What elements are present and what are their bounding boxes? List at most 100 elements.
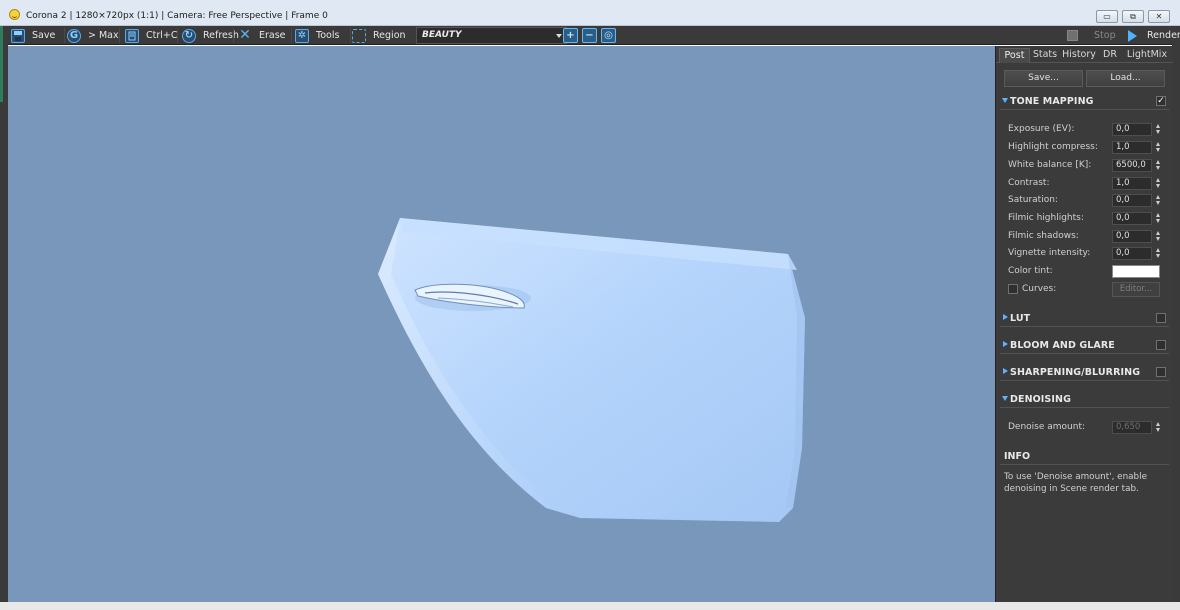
tone-mapping-header[interactable]: TONE MAPPING ✓	[1000, 93, 1169, 110]
zoom-fit-button[interactable]: ◎	[601, 28, 616, 43]
vignette-intensity-spinner[interactable]	[1155, 247, 1162, 260]
maximize-button[interactable]: ⧉	[1122, 10, 1144, 23]
tab-history[interactable]: History	[1060, 48, 1098, 63]
curves-editor-button[interactable]: Editor...	[1112, 282, 1160, 297]
filmic-shadows-label: Filmic shadows:	[1008, 231, 1079, 241]
filmic-shadows-field[interactable]: 0,0	[1112, 230, 1152, 243]
toolbar-separator	[291, 28, 292, 43]
close-button[interactable]: ✕	[1148, 10, 1170, 23]
zoom-in-button[interactable]: +	[563, 28, 578, 43]
filmic-shadows-spinner[interactable]	[1155, 230, 1162, 243]
denoise-amount-field[interactable]: 0,650	[1112, 421, 1152, 434]
erase-icon: ✕	[239, 26, 251, 43]
white-balance-label: White balance [K]:	[1008, 160, 1092, 170]
exposure-field[interactable]: 0,0	[1112, 123, 1152, 136]
bloom-and-glare-checkbox[interactable]	[1156, 340, 1166, 350]
load-settings-button[interactable]: Load...	[1086, 70, 1165, 87]
contrast-row: Contrast: 1,0	[1008, 177, 1166, 191]
highlight-compress-field[interactable]: 1,0	[1112, 141, 1152, 154]
tone-mapping-checkbox[interactable]: ✓	[1156, 96, 1166, 106]
max-button[interactable]: G > Max	[67, 27, 127, 44]
zoom-in-icon: +	[566, 30, 575, 41]
denoise-amount-spinner[interactable]	[1155, 421, 1162, 434]
render-pass-value: BEAUTY	[422, 30, 462, 40]
saturation-field[interactable]: 0,0	[1112, 194, 1152, 207]
bloom-and-glare-title: BLOOM AND GLARE	[1010, 340, 1115, 351]
save-settings-button[interactable]: Save...	[1004, 70, 1083, 87]
minimize-button[interactable]: ▭	[1096, 10, 1118, 23]
denoise-amount-label: Denoise amount:	[1008, 422, 1086, 432]
vignette-intensity-label: Vignette intensity:	[1008, 248, 1091, 258]
denoise-amount-row: Denoise amount: 0,650	[1008, 421, 1166, 435]
contrast-field[interactable]: 1,0	[1112, 177, 1152, 190]
bloom-and-glare-header[interactable]: BLOOM AND GLARE	[1000, 337, 1169, 354]
white-balance-field[interactable]: 6500,0	[1112, 159, 1152, 172]
color-tint-label: Color tint:	[1008, 266, 1053, 276]
expanded-icon	[1002, 396, 1008, 401]
curves-checkbox[interactable]	[1008, 284, 1018, 294]
erase-button[interactable]: ✕ Erase	[238, 27, 294, 44]
right-window-edge	[1172, 26, 1180, 602]
saturation-row: Saturation: 0,0	[1008, 194, 1166, 208]
tone-mapping-title: TONE MAPPING	[1010, 96, 1094, 107]
corona-smiley-icon	[9, 9, 20, 20]
filmic-shadows-row: Filmic shadows: 0,0	[1008, 230, 1166, 244]
save-button[interactable]: Save	[11, 27, 63, 44]
save-label: Save	[32, 30, 56, 41]
curves-row: Curves: Editor...	[1008, 282, 1166, 297]
toolbar-separator	[350, 28, 351, 43]
saturation-label: Saturation:	[1008, 195, 1058, 205]
vignette-intensity-row: Vignette intensity: 0,0	[1008, 247, 1166, 261]
white-balance-spinner[interactable]	[1155, 159, 1162, 172]
vfb-toolbar: Save G > Max Ctrl+C ↻ Refresh ✕ Erase ✲ …	[8, 26, 1180, 45]
tab-lightmix[interactable]: LightMix	[1122, 48, 1172, 63]
tab-post[interactable]: Post	[999, 48, 1030, 63]
color-tint-swatch[interactable]	[1112, 265, 1160, 278]
render-label: Render	[1147, 30, 1180, 41]
lut-title: LUT	[1010, 313, 1031, 324]
info-title: INFO	[1004, 451, 1031, 462]
white-balance-row: White balance [K]: 6500,0	[1008, 159, 1166, 173]
filmic-highlights-label: Filmic highlights:	[1008, 213, 1084, 223]
stop-label: Stop	[1094, 30, 1116, 41]
background-window-sliver	[0, 26, 3, 102]
render-viewport[interactable]	[8, 46, 995, 602]
contrast-spinner[interactable]	[1155, 177, 1162, 190]
refresh-icon: ↻	[182, 28, 196, 43]
render-pass-select[interactable]: BEAUTY	[416, 27, 567, 44]
denoising-title: DENOISING	[1010, 394, 1071, 405]
stop-button[interactable]: Stop	[1067, 27, 1116, 44]
tab-dr[interactable]: DR	[1100, 48, 1120, 63]
gear-icon: ✲	[295, 28, 309, 43]
lut-header[interactable]: LUT	[1000, 310, 1169, 327]
window-title: Corona 2 | 1280×720px (1:1) | Camera: Fr…	[26, 11, 328, 21]
filmic-highlights-spinner[interactable]	[1155, 212, 1162, 225]
sharpening-blurring-title: SHARPENING/BLURRING	[1010, 367, 1141, 378]
erase-label: Erase	[259, 30, 286, 41]
region-icon	[352, 28, 366, 43]
vignette-intensity-field[interactable]: 0,0	[1112, 247, 1152, 260]
tools-button[interactable]: ✲ Tools	[295, 27, 347, 44]
sharpening-blurring-header[interactable]: SHARPENING/BLURRING	[1000, 364, 1169, 381]
saturation-spinner[interactable]	[1155, 194, 1162, 207]
lut-checkbox[interactable]	[1156, 313, 1166, 323]
filmic-highlights-field[interactable]: 0,0	[1112, 212, 1152, 225]
color-tint-row: Color tint:	[1008, 265, 1166, 279]
zoom-fit-icon: ◎	[604, 30, 613, 41]
exposure-row: Exposure (EV): 0,0	[1008, 123, 1166, 137]
max-icon: G	[67, 28, 81, 43]
region-button[interactable]: Region	[352, 27, 414, 44]
copy-icon	[125, 28, 139, 43]
denoising-header[interactable]: DENOISING	[1000, 391, 1169, 408]
info-text: To use 'Denoise amount', enable denoisin…	[1004, 472, 1147, 494]
highlight-compress-spinner[interactable]	[1155, 141, 1162, 154]
copy-label: Ctrl+C	[146, 30, 178, 41]
render-button[interactable]: Render	[1124, 27, 1180, 44]
info-divider	[1000, 464, 1169, 465]
tab-stats[interactable]: Stats	[1032, 48, 1058, 63]
highlight-compress-row: Highlight compress: 1,0	[1008, 141, 1166, 155]
sharpening-blurring-checkbox[interactable]	[1156, 367, 1166, 377]
post-panel: Post Stats History DR LightMix Save... L…	[995, 46, 1173, 602]
exposure-spinner[interactable]	[1155, 123, 1162, 136]
zoom-out-button[interactable]: −	[582, 28, 597, 43]
